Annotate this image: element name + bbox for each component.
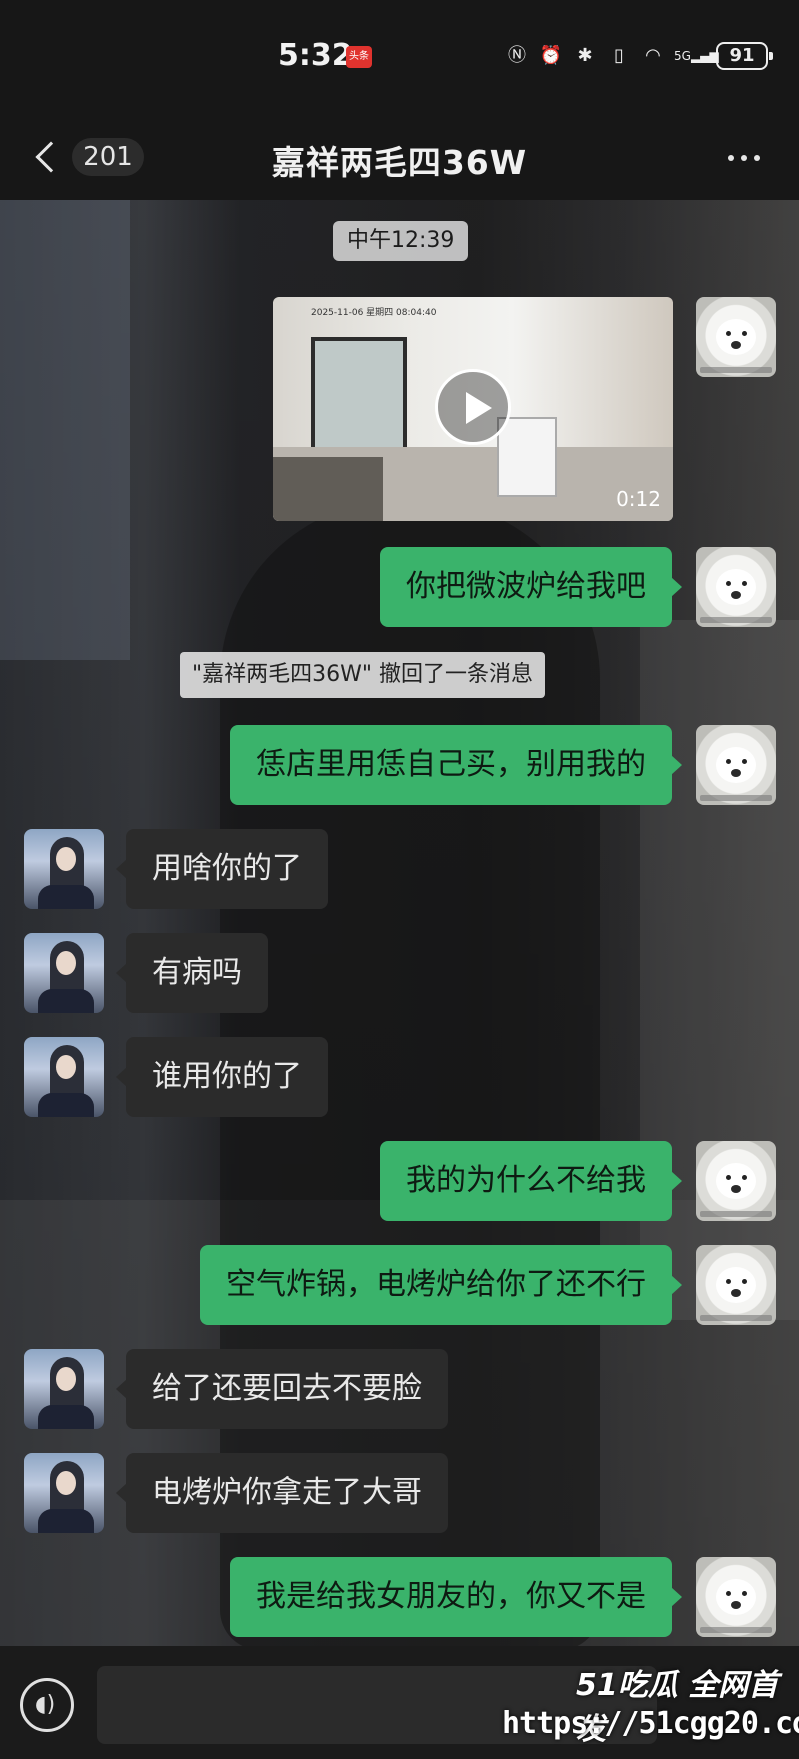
vibrate-icon: ▯ (614, 45, 624, 66)
contact-avatar[interactable] (24, 829, 104, 909)
avatar-caption (700, 795, 772, 801)
avatar-caption (700, 367, 772, 373)
avatar-nose (731, 1185, 741, 1193)
avatar-caption (700, 1315, 772, 1321)
avatar-eye (742, 759, 747, 764)
chat-wallpaper-left (0, 200, 130, 660)
incoming-message-bubble[interactable]: 电烤炉你拿走了大哥 (116, 1453, 448, 1533)
outgoing-message-bubble[interactable]: 我是给我女朋友的，你又不是 (230, 1557, 682, 1637)
my-avatar[interactable] (696, 725, 776, 805)
signal-icon: 5G▂▄▆ (674, 49, 719, 63)
avatar-eye (726, 1279, 731, 1284)
video-message[interactable]: 2025-11-06 星期四 08:04:40 0:12 (273, 297, 673, 521)
video-overlay-time: 2025-11-06 星期四 08:04:40 (311, 308, 437, 318)
more-dot (741, 155, 747, 161)
avatar-eye (726, 1175, 731, 1180)
avatar-face (56, 1055, 76, 1079)
avatar-face (716, 569, 756, 605)
avatar-eye (742, 1175, 747, 1180)
my-avatar[interactable] (696, 297, 776, 377)
avatar-body (38, 1405, 94, 1429)
avatar-nose (731, 769, 741, 777)
contact-avatar[interactable] (24, 1453, 104, 1533)
status-time: 5:32 (278, 38, 353, 73)
toutiao-app-badge: 头条 (346, 46, 372, 68)
nfc-icon: Ⓝ (508, 45, 526, 66)
avatar-face (56, 1471, 76, 1495)
my-avatar[interactable] (696, 1245, 776, 1325)
message-timestamp: 中午12:39 (333, 221, 469, 261)
avatar-eye (726, 331, 731, 336)
avatar-eye (742, 1279, 747, 1284)
avatar-body (38, 989, 94, 1013)
avatar-face (716, 319, 756, 355)
status-bar: 5:32 头条 Ⓝ ⏰ ✱ ▯ ◠ 5G▂▄▆ 91 (0, 0, 799, 118)
avatar-face (716, 747, 756, 783)
avatar-face (716, 1267, 756, 1303)
contact-avatar[interactable] (24, 1037, 104, 1117)
more-dot (754, 155, 760, 161)
my-avatar[interactable] (696, 1141, 776, 1221)
incoming-message-bubble[interactable]: 有病吗 (116, 933, 268, 1013)
outgoing-message-bubble[interactable]: 你把微波炉给我吧 (380, 547, 682, 627)
avatar-nose (731, 1289, 741, 1297)
play-icon[interactable] (435, 369, 511, 445)
my-avatar[interactable] (696, 547, 776, 627)
avatar-caption (700, 1211, 772, 1217)
video-thumbnail-shadow (273, 457, 383, 521)
avatar-caption (700, 1627, 772, 1633)
contact-avatar[interactable] (24, 933, 104, 1013)
outgoing-message-bubble[interactable]: 恁店里用恁自己买，别用我的 (230, 725, 682, 805)
avatar-body (38, 1509, 94, 1533)
voice-input-button[interactable]: ◖) (20, 1678, 74, 1732)
avatar-face (716, 1579, 756, 1615)
avatar-body (38, 1093, 94, 1117)
battery-indicator: 91 (716, 42, 773, 70)
avatar-face (56, 847, 76, 871)
avatar-nose (731, 341, 741, 349)
avatar-nose (731, 591, 741, 599)
avatar-face (56, 951, 76, 975)
avatar-eye (742, 331, 747, 336)
avatar-eye (726, 581, 731, 586)
avatar-eye (742, 581, 747, 586)
my-avatar[interactable] (696, 1557, 776, 1637)
more-options-button[interactable] (720, 138, 768, 178)
chat-title: 嘉祥两毛四36W (271, 143, 528, 182)
video-thumbnail-cabinet (497, 417, 557, 497)
outgoing-message-bubble[interactable]: 我的为什么不给我 (380, 1141, 682, 1221)
avatar-nose (731, 1601, 741, 1609)
watermark-url: https://51cgg20.com (502, 1706, 799, 1741)
incoming-message-bubble[interactable]: 给了还要回去不要脸 (116, 1349, 448, 1429)
video-duration: 0:12 (616, 487, 661, 511)
status-icons: Ⓝ ⏰ ✱ ▯ ◠ 5G▂▄▆ 91 (504, 42, 773, 70)
voice-icon: ◖) (35, 1692, 56, 1717)
incoming-message-bubble[interactable]: 谁用你的了 (116, 1037, 328, 1117)
recall-notice: "嘉祥两毛四36W" 撤回了一条消息 (180, 652, 545, 698)
incoming-message-bubble[interactable]: 用啥你的了 (116, 829, 328, 909)
avatar-eye (742, 1591, 747, 1596)
bluetooth-icon: ✱ (577, 45, 593, 66)
wifi-icon: ◠ (645, 45, 661, 66)
avatar-eye (726, 1591, 731, 1596)
video-thumbnail-window (311, 337, 407, 457)
avatar-eye (726, 759, 731, 764)
avatar-body (38, 885, 94, 909)
avatar-face (716, 1163, 756, 1199)
outgoing-message-bubble[interactable]: 空气炸锅，电烤炉给你了还不行 (200, 1245, 682, 1325)
chat-header: 201 嘉祥两毛四36W (0, 118, 799, 200)
avatar-face (56, 1367, 76, 1391)
chat-message-list[interactable]: 中午12:39 2025-11-06 星期四 08:04:40 0:12 你把微… (0, 200, 799, 1646)
avatar-caption (700, 617, 772, 623)
contact-avatar[interactable] (24, 1349, 104, 1429)
alarm-icon: ⏰ (539, 45, 563, 66)
network-type: 5G (674, 49, 691, 63)
more-dots-icon (728, 155, 734, 161)
